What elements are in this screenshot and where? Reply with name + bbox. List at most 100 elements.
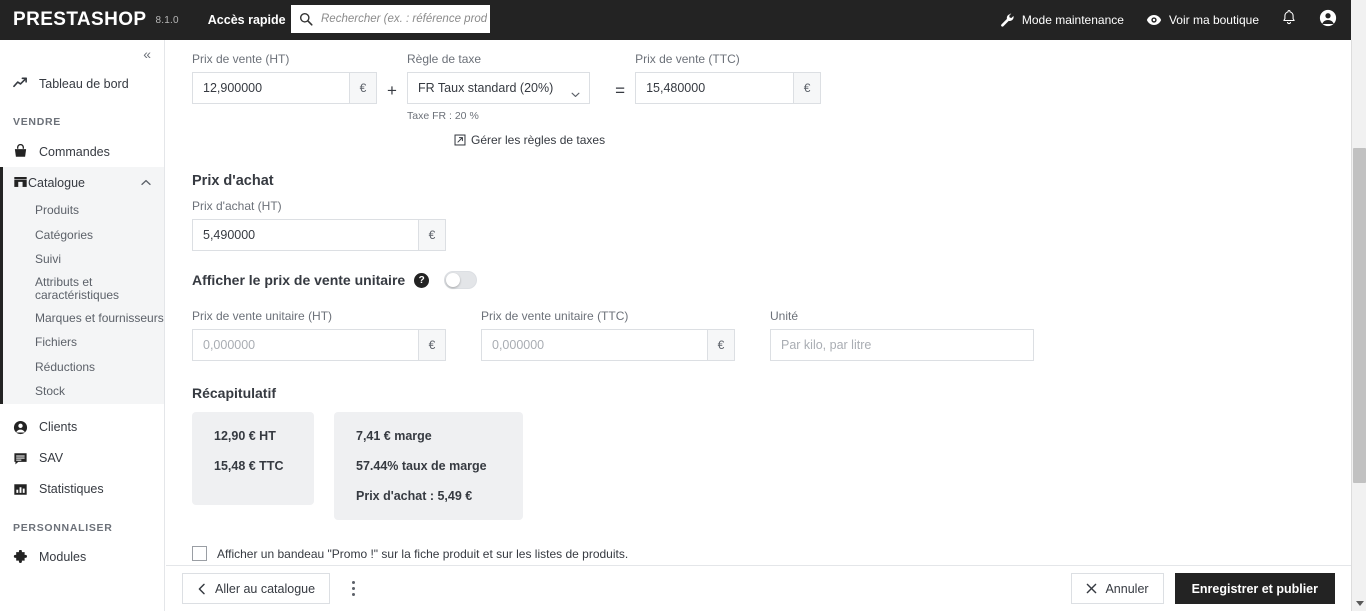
unit-price-ttc-input[interactable] (482, 330, 707, 360)
currency-addon-euro: € (418, 220, 445, 250)
retail-price-ht-input[interactable] (193, 73, 349, 103)
cancel-button[interactable]: Annuler (1071, 573, 1164, 604)
manage-tax-rules-link[interactable]: Gérer les règles de taxes (454, 133, 605, 147)
unit-price-ttc-label: Prix de vente unitaire (TTC) (481, 309, 629, 323)
search-input[interactable] (319, 12, 489, 26)
form-footer-bar: Aller au catalogue Annuler Enregistrer e… (166, 565, 1351, 611)
retail-price-ttc-input-group[interactable]: € (635, 72, 822, 104)
sidebar-item-orders[interactable]: Commandes (0, 136, 164, 167)
purchase-price-input[interactable] (193, 220, 418, 250)
chevron-up-icon[interactable] (141, 177, 151, 189)
sidebar-item-fichiers[interactable]: Fichiers (0, 330, 164, 355)
collapse-sidebar-icon[interactable]: « (143, 47, 151, 61)
sidebar-item-statistiques[interactable]: Statistiques (0, 474, 164, 505)
unit-price-toggle-switch[interactable] (444, 271, 478, 289)
retail-price-ttc-label: Prix de vente (TTC) (635, 52, 740, 66)
sidebar-collapse-row: « (0, 40, 164, 68)
sidebar-item-stock[interactable]: Stock (0, 379, 164, 404)
unit-price-ht-input[interactable] (193, 330, 418, 360)
sidebar-item-produits[interactable]: Produits (0, 198, 164, 223)
sidebar-item-reductions[interactable]: Réductions (0, 355, 164, 380)
quick-access-dropdown[interactable]: Accès rapide (208, 13, 301, 27)
save-and-publish-label: Enregistrer et publier (1191, 581, 1318, 596)
unit-price-ht-field: Prix de vente unitaire (HT) € (192, 309, 446, 361)
sidebar-item-clients[interactable]: Clients (0, 412, 164, 443)
view-shop-label: Voir ma boutique (1168, 13, 1259, 27)
page-vertical-scrollbar[interactable] (1351, 0, 1366, 611)
sidebar-item-modules-label: Modules (39, 550, 87, 564)
store-icon (13, 174, 28, 192)
back-to-catalog-button[interactable]: Aller au catalogue (182, 573, 331, 604)
summary-margin: 7,41 € marge (356, 429, 432, 443)
sidebar-item-stock-label: Stock (35, 384, 66, 399)
promo-banner-label: Afficher un bandeau "Promo !" sur la fic… (217, 546, 629, 561)
question-mark-icon[interactable]: ? (414, 272, 430, 288)
sidebar-item-categories[interactable]: Catégories (0, 223, 164, 248)
manage-tax-rules-label: Gérer les règles de taxes (471, 133, 606, 147)
sidebar-group-catalogue: Catalogue Produits Catégories Suivi Attr… (0, 167, 164, 404)
sidebar-item-sav-label: SAV (39, 451, 64, 465)
sidebar-item-catalogue-label: Catalogue (28, 175, 85, 190)
scrollbar-top-cap (1351, 0, 1366, 40)
tax-rule-select-wrap[interactable]: FR Taux standard (20%) (407, 72, 590, 104)
kebab-dot (351, 581, 355, 584)
sidebar-item-reductions-label: Réductions (35, 359, 96, 374)
prestashop-logo[interactable]: PRESTASHOP (13, 9, 147, 31)
unit-price-toggle-title: Afficher le prix de vente unitaire (192, 272, 406, 288)
unit-price-ht-input-group[interactable]: € (192, 329, 446, 361)
bell-icon (1281, 9, 1297, 31)
promo-banner-row: Afficher un bandeau "Promo !" sur la fic… (192, 546, 1351, 561)
main-sidebar: « Tableau de bord VENDRE Commandes Catal… (0, 40, 165, 611)
sidebar-item-attributs[interactable]: Attributs et caractéristiques (0, 272, 164, 306)
unit-input-group[interactable] (770, 329, 1034, 361)
summary-card-prices: 12,90 € HT 15,48 € TTC (192, 412, 314, 505)
sidebar-item-dashboard[interactable]: Tableau de bord (0, 68, 164, 99)
global-search-box[interactable] (291, 5, 490, 33)
unit-price-ttc-field: Prix de vente unitaire (TTC) € (481, 309, 735, 361)
unit-label: Unité (770, 309, 799, 323)
purchase-price-input-group[interactable]: € (192, 219, 446, 251)
unit-price-toggle-row: Afficher le prix de vente unitaire ? (192, 271, 1351, 289)
kebab-dot (351, 587, 355, 590)
sidebar-item-sav[interactable]: SAV (0, 443, 164, 474)
save-and-publish-button[interactable]: Enregistrer et publier (1174, 573, 1335, 604)
retail-price-ttc-input[interactable] (636, 73, 794, 103)
sidebar-item-modules[interactable]: Modules (0, 542, 164, 573)
sidebar-item-marques[interactable]: Marques et fournisseurs (0, 306, 164, 331)
summary-title: Récapitulatif (192, 385, 277, 401)
account-menu-button[interactable] (1319, 9, 1337, 32)
more-vertical-icon[interactable] (342, 573, 364, 604)
maintenance-mode-label: Mode maintenance (1021, 13, 1124, 27)
sidebar-item-orders-label: Commandes (39, 144, 110, 159)
wrench-icon (1000, 13, 1015, 28)
external-link-icon (454, 134, 466, 146)
sidebar-item-catalogue[interactable]: Catalogue (0, 167, 164, 198)
summary-card-margin: 7,41 € marge 57.44% taux de marge Prix d… (334, 412, 523, 520)
product-pricing-panel: Prix de vente (HT) € + Règle de taxe FR … (166, 40, 1351, 611)
sidebar-section-sell: VENDRE (13, 116, 61, 128)
scrollbar-thumb[interactable] (1353, 148, 1366, 483)
sidebar-item-dashboard-label: Tableau de bord (39, 76, 129, 91)
promo-banner-checkbox[interactable] (192, 546, 207, 561)
sidebar-item-suivi-label: Suivi (35, 252, 62, 267)
eye-icon (1146, 12, 1162, 28)
sidebar-item-statistiques-label: Statistiques (39, 482, 104, 496)
retail-price-ht-input-group[interactable]: € (192, 72, 377, 104)
user-avatar-icon (1319, 9, 1337, 32)
cancel-label: Annuler (1105, 581, 1149, 596)
notifications-button[interactable] (1281, 9, 1297, 31)
view-shop-link[interactable]: Voir ma boutique (1146, 12, 1259, 28)
maintenance-mode-link[interactable]: Mode maintenance (1000, 13, 1124, 28)
summary-price-ht: 12,90 € HT (214, 429, 276, 443)
sidebar-item-produits-label: Produits (35, 203, 80, 218)
tax-rule-select[interactable]: FR Taux standard (20%) (407, 72, 590, 104)
unit-input[interactable] (771, 330, 1033, 360)
currency-addon-euro: € (418, 330, 445, 360)
footer-primary-actions: Annuler Enregistrer et publier (1071, 573, 1335, 604)
scroll-down-arrow-icon[interactable] (1352, 596, 1366, 611)
purchase-price-section-title: Prix d'achat (192, 173, 274, 189)
sidebar-item-suivi[interactable]: Suivi (0, 247, 164, 272)
header-right-actions: Mode maintenance Voir ma boutique (978, 0, 1351, 40)
unit-price-ttc-input-group[interactable]: € (481, 329, 735, 361)
sidebar-item-categories-label: Catégories (35, 227, 94, 242)
